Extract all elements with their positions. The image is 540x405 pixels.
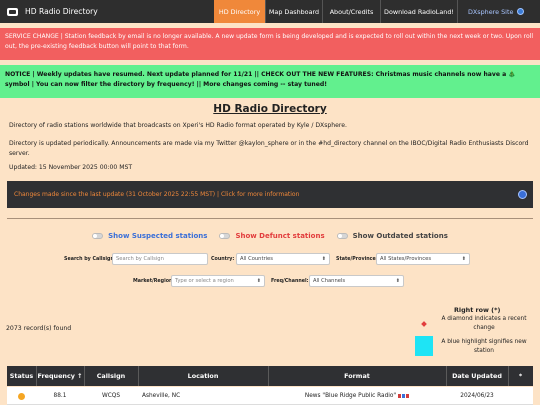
status-dot-icon <box>18 392 25 400</box>
page-title: HD Radio Directory <box>213 103 327 115</box>
col-date-updated[interactable]: Date Updated <box>446 366 508 386</box>
state-select[interactable]: All States/Provinces ⬍ <box>376 253 470 265</box>
station-toggles: Show Suspected stations Show Defunct sta… <box>0 232 540 240</box>
frequency-cell: 88.1 <box>53 393 67 399</box>
nav-hd-directory[interactable]: HD Directory <box>214 0 265 23</box>
toggle-switch[interactable] <box>219 233 231 239</box>
callsign-placeholder: Search by Callsign <box>116 256 164 262</box>
toggle-outdated-label: Show Outdated stations <box>352 232 448 240</box>
date-cell: 2024/06/23 <box>460 393 494 399</box>
market-select[interactable]: Type or select a region ⬍ <box>171 275 265 287</box>
notice-banner: NOTICE | Weekly updates have resumed. Ne… <box>0 65 540 98</box>
changes-bar-text: Changes made since the last update (31 O… <box>14 191 300 198</box>
globe-icon <box>518 190 527 199</box>
col-status[interactable]: Status <box>7 366 36 386</box>
country-label: Country: <box>211 257 235 262</box>
toggle-suspected[interactable]: Show Suspected stations <box>92 232 207 240</box>
nav-about-credits[interactable]: About/Credits <box>323 0 380 23</box>
table-header: Status Frequency ↑ Callsign Location For… <box>7 366 533 386</box>
callsign-search-input[interactable]: Search by Callsign <box>112 253 208 265</box>
intro-description: Directory of radio stations worldwide th… <box>9 122 347 129</box>
country-value: All Countries <box>240 256 273 262</box>
last-updated-text: Updated: 15 November 2025 00:00 MST <box>9 164 133 171</box>
brand-title: HD Radio Directory <box>25 7 98 16</box>
format-cell: News "Blue Ridge Public Radio" <box>268 387 446 405</box>
format-text: News "Blue Ridge Public Radio" <box>304 393 397 399</box>
country-select[interactable]: All Countries ⬍ <box>236 253 330 265</box>
chevron-down-icon: ⬍ <box>321 256 326 262</box>
status-cell <box>7 387 36 405</box>
top-navbar: HD Radio Directory HD Directory Map Dash… <box>0 0 540 23</box>
format-tags-icon <box>398 394 410 398</box>
col-callsign[interactable]: Callsign <box>84 366 138 386</box>
diamond-icon <box>421 321 427 327</box>
nav-dxsphere-site[interactable]: DXsphere Site <box>458 0 540 23</box>
nav-dxsphere-label: DXsphere Site <box>468 7 514 16</box>
toggle-defunct[interactable]: Show Defunct stations <box>219 232 325 240</box>
market-placeholder: Type or select a region <box>175 278 234 284</box>
col-format[interactable]: Format <box>268 366 446 386</box>
nav-map-dashboard[interactable]: Map Dashboard <box>266 0 322 23</box>
divider <box>7 218 533 219</box>
chevron-down-icon: ⬍ <box>395 278 400 284</box>
callsign-cell: WCQS <box>101 393 121 399</box>
notice-text: NOTICE | Weekly updates have resumed. Ne… <box>5 71 516 89</box>
toggle-switch[interactable] <box>336 233 348 239</box>
state-value: All States/Provinces <box>380 256 432 262</box>
location-cell: Asheville, NC <box>142 393 181 399</box>
table-row[interactable]: 88.1 WCQS Asheville, NC News "Blue Ridge… <box>7 387 533 405</box>
market-label: Market/Region: <box>133 279 175 284</box>
freq-select[interactable]: All Channels ⬍ <box>309 275 404 287</box>
freq-label: Freq/Channel: <box>271 279 309 284</box>
col-location[interactable]: Location <box>138 366 268 386</box>
toggle-switch[interactable] <box>92 233 104 239</box>
record-count: 2073 record(s) found <box>6 325 72 332</box>
col-flag[interactable]: * <box>508 366 533 386</box>
globe-icon <box>517 8 525 15</box>
service-change-text: SERVICE CHANGE | Station feedback by ema… <box>5 33 534 51</box>
chevron-down-icon: ⬍ <box>256 278 261 284</box>
legend-diamond-text: A diamond indicates a recent change <box>441 316 527 332</box>
nav-download-radioland[interactable]: Download RadioLand! <box>381 0 457 23</box>
toggle-defunct-label: Show Defunct stations <box>235 232 325 240</box>
toggle-suspected-label: Show Suspected stations <box>108 232 208 240</box>
brand[interactable]: HD Radio Directory <box>0 0 214 23</box>
blue-highlight-swatch <box>415 336 433 356</box>
callsign-label: Search by Callsign: <box>64 257 116 262</box>
intro-announcements: Directory is updated periodically. Annou… <box>9 140 529 157</box>
chevron-down-icon: ⬍ <box>461 256 466 262</box>
radio-logo-icon <box>7 7 18 16</box>
toggle-outdated[interactable]: Show Outdated stations <box>336 232 448 240</box>
legend-blue-text: A blue highlight signifies new station <box>441 339 527 355</box>
legend-title: Right row (*) <box>454 306 501 314</box>
state-label: State/Province: <box>336 257 378 262</box>
changes-bar[interactable]: Changes made since the last update (31 O… <box>7 181 533 208</box>
col-frequency[interactable]: Frequency ↑ <box>36 366 84 386</box>
freq-value: All Channels <box>313 278 346 284</box>
service-change-banner: SERVICE CHANGE | Station feedback by ema… <box>0 28 540 60</box>
